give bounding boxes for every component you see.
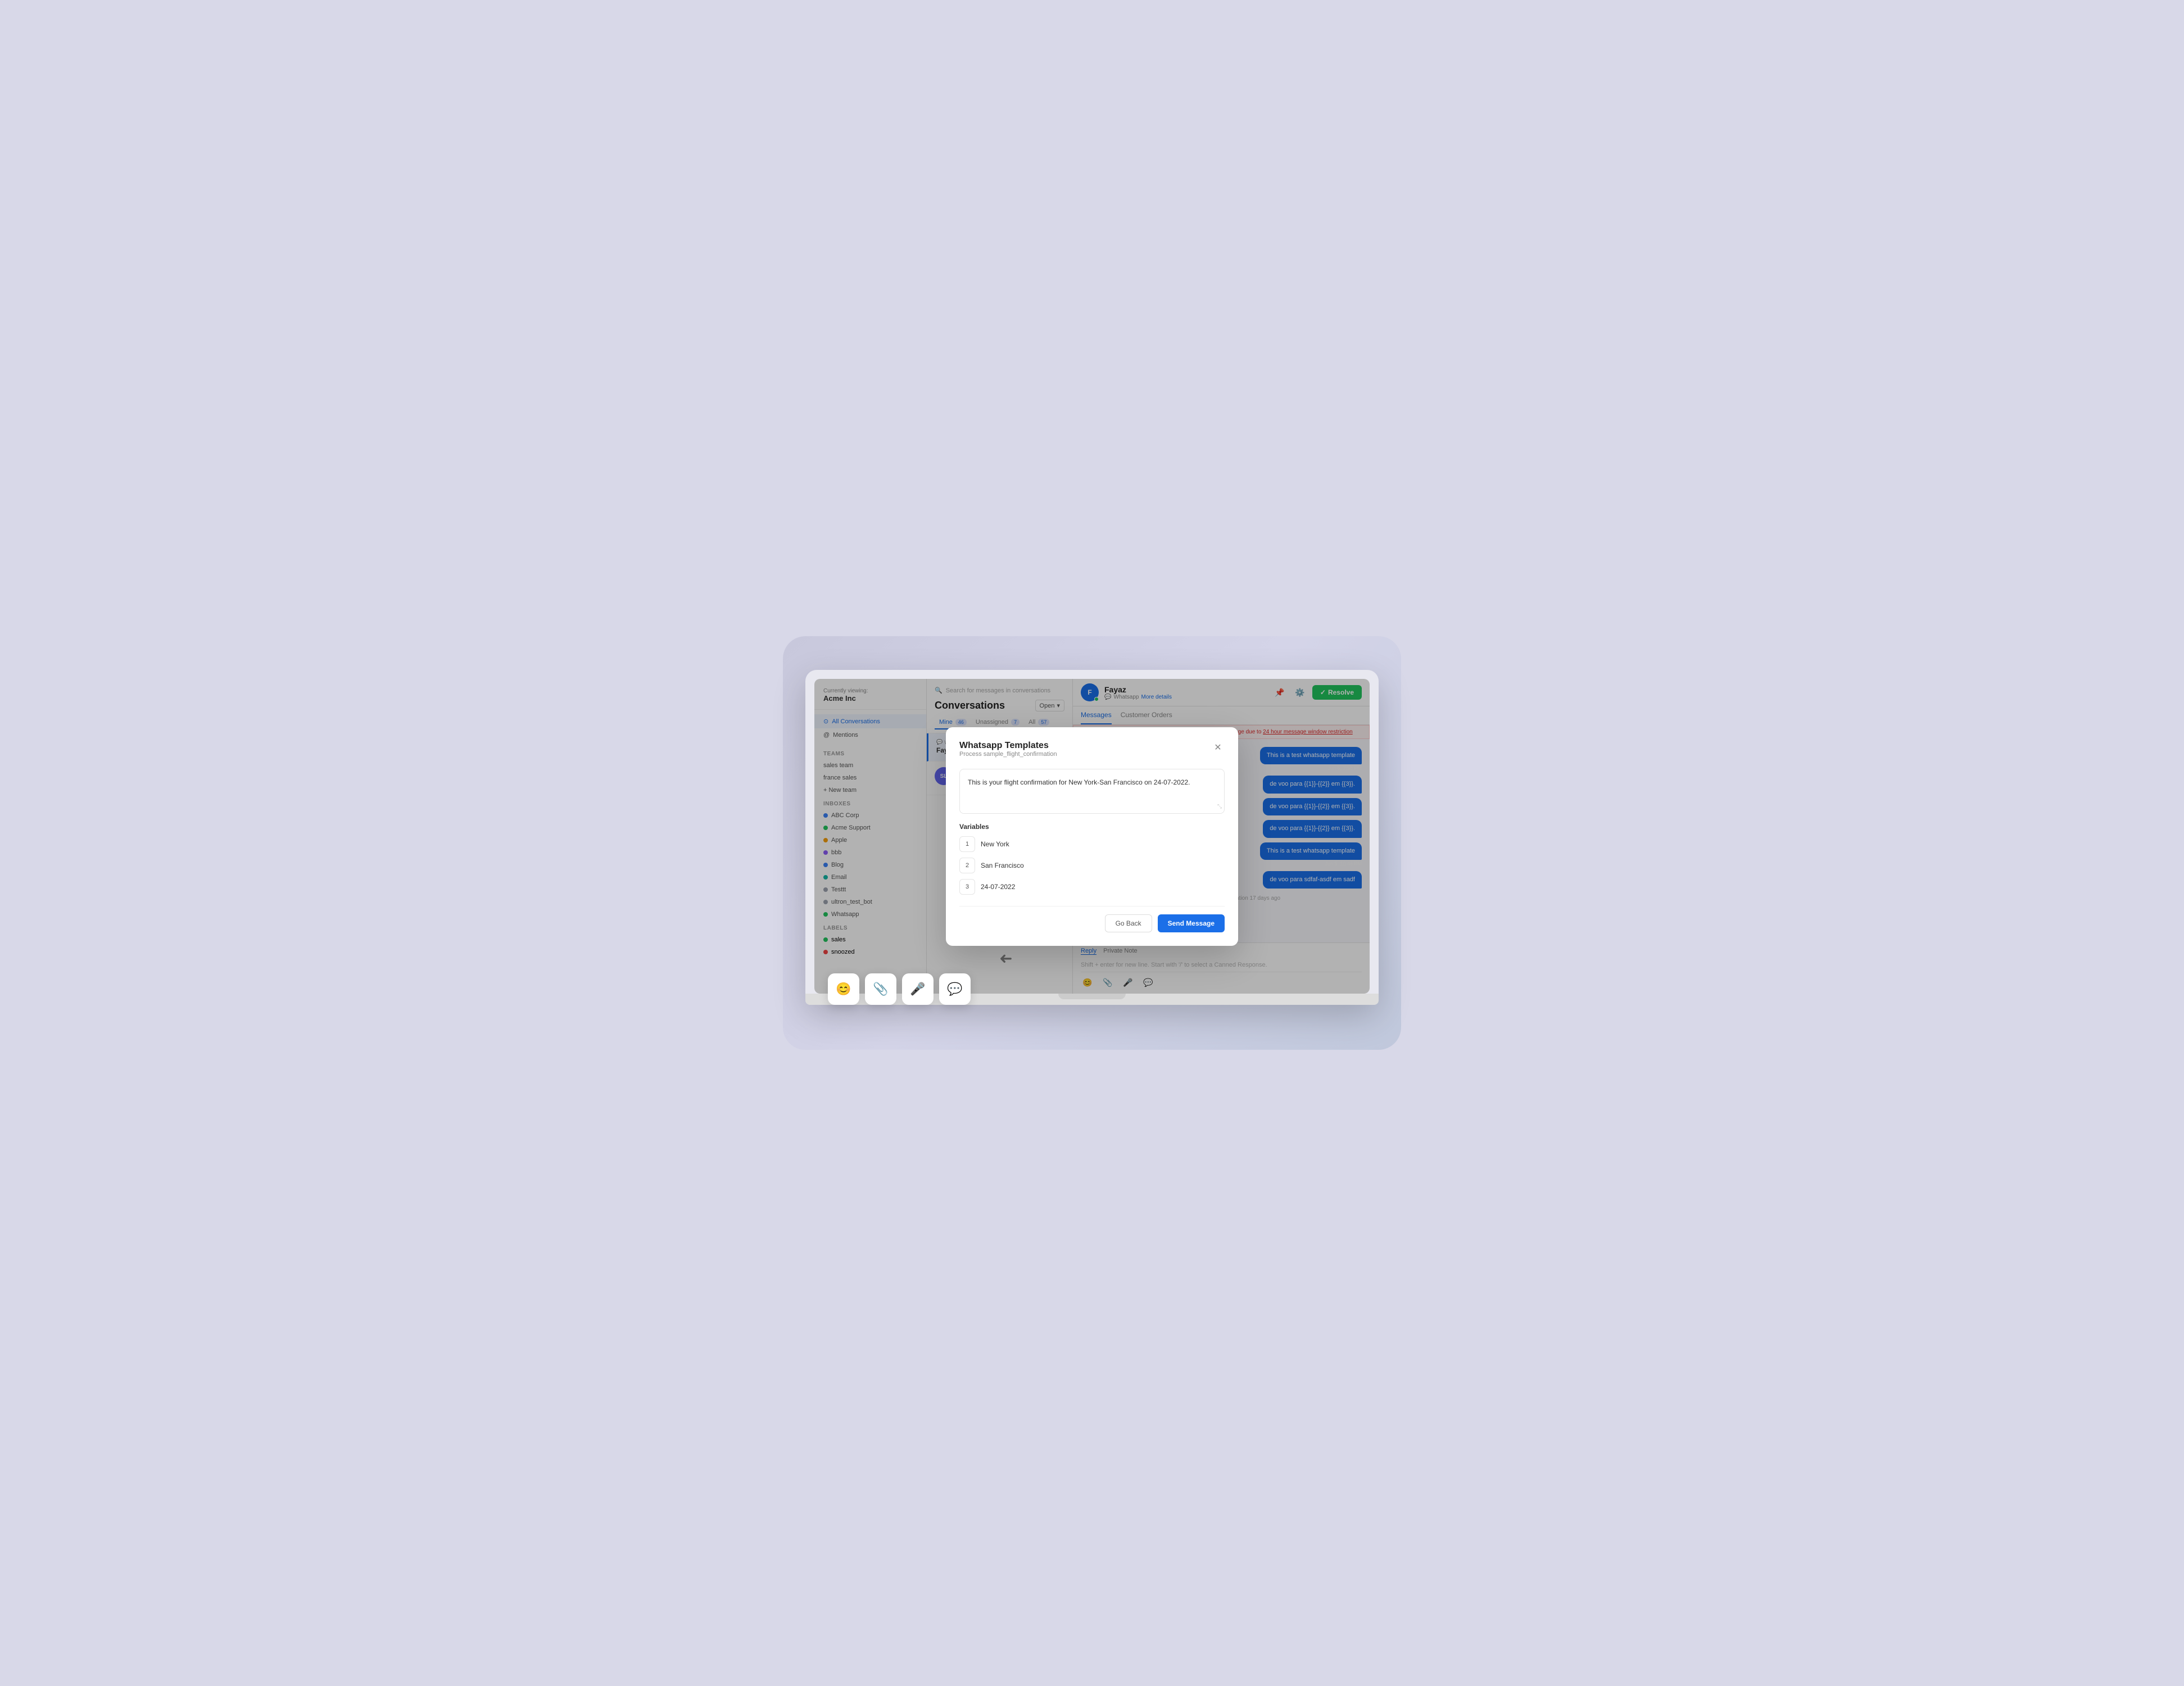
laptop-frame: Currently viewing: Acme Inc ⊙ All Conver… [805, 670, 1379, 1005]
modal-message-box: This is your flight confirmation for New… [959, 769, 1225, 814]
toolbar-whatsapp-button[interactable]: 💬 [939, 973, 971, 1005]
modal-header: Whatsapp Templates Process sample_flight… [959, 741, 1225, 767]
variable-value-2: San Francisco [981, 862, 1024, 869]
variable-num-3: 3 [959, 879, 975, 895]
variable-row-2: 2 San Francisco [959, 858, 1225, 873]
arrow-indicator: ➜ [999, 950, 1012, 968]
send-message-button[interactable]: Send Message [1158, 914, 1225, 932]
variable-value-1: New York [981, 840, 1009, 848]
variable-row-1: 1 New York [959, 836, 1225, 852]
laptop-notch [1058, 994, 1126, 999]
page-background: Currently viewing: Acme Inc ⊙ All Conver… [783, 636, 1401, 1050]
modal-footer: Go Back Send Message [959, 906, 1225, 932]
laptop-screen: Currently viewing: Acme Inc ⊙ All Conver… [814, 679, 1370, 994]
variable-value-3: 24-07-2022 [981, 883, 1015, 891]
variable-row-3: 3 24-07-2022 [959, 879, 1225, 895]
modal-close-button[interactable]: ✕ [1211, 741, 1225, 754]
modal-title: Whatsapp Templates [959, 741, 1057, 751]
modal-subtitle: Process sample_flight_confirmation [959, 751, 1057, 758]
go-back-button[interactable]: Go Back [1105, 914, 1152, 932]
whatsapp-templates-modal: Whatsapp Templates Process sample_flight… [946, 727, 1238, 946]
toolbar-attach-button[interactable]: 📎 [865, 973, 896, 1005]
toolbar-audio-button[interactable]: 🎤 [902, 973, 934, 1005]
app-ui: Currently viewing: Acme Inc ⊙ All Conver… [814, 679, 1370, 994]
variables-section-title: Variables [959, 823, 1225, 831]
modal-overlay: Whatsapp Templates Process sample_flight… [814, 679, 1370, 994]
variable-num-2: 2 [959, 858, 975, 873]
toolbar-emoji-button[interactable]: 😊 [828, 973, 859, 1005]
resize-handle-icon: ⤡ [1217, 803, 1222, 811]
modal-header-text: Whatsapp Templates Process sample_flight… [959, 741, 1057, 767]
floating-toolbar: 😊 📎 🎤 💬 [828, 973, 971, 1005]
variable-num-1: 1 [959, 836, 975, 852]
